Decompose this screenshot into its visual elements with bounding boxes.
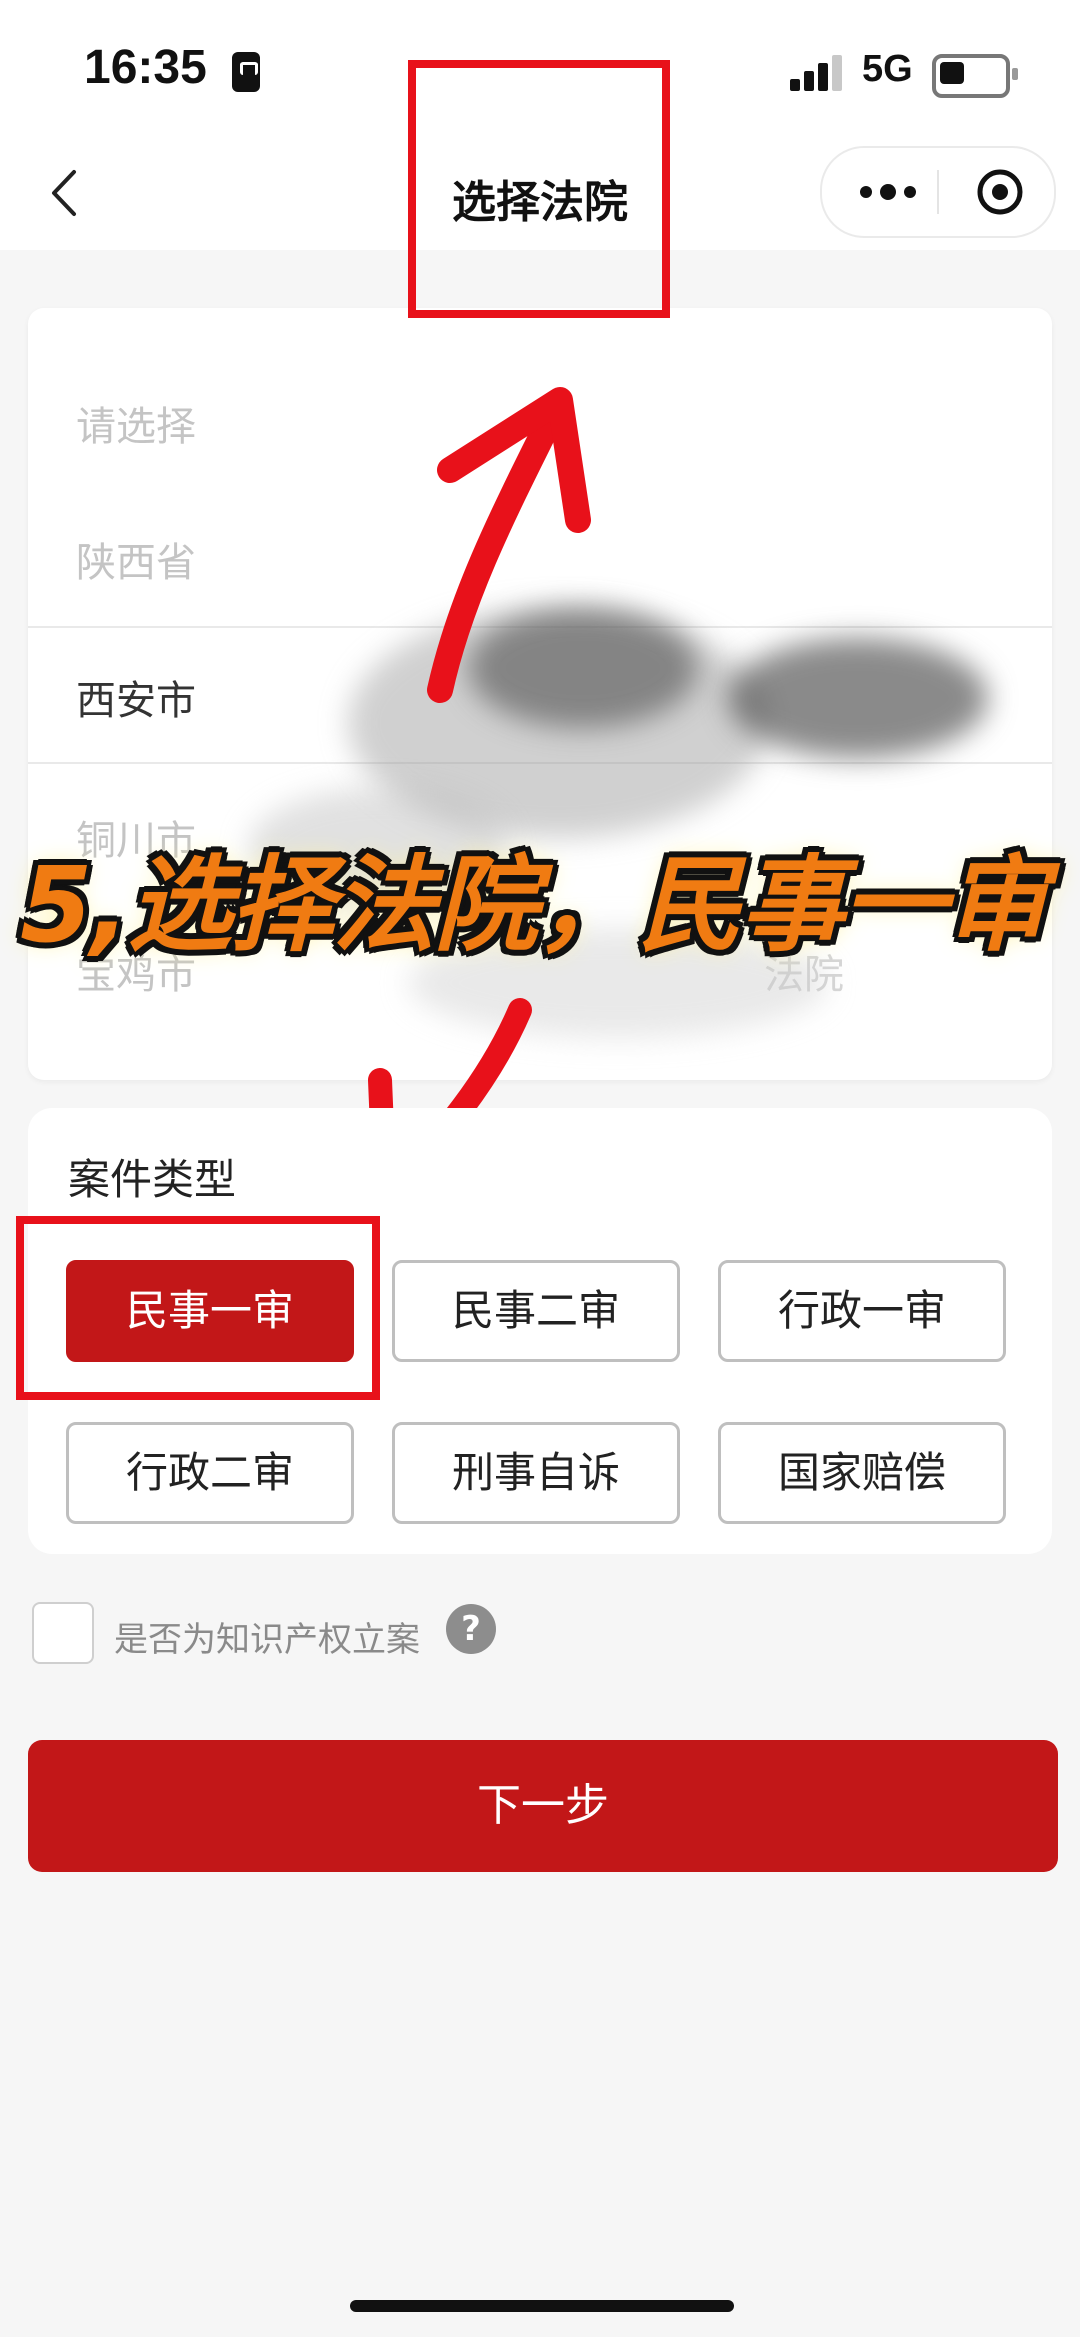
close-miniprogram-icon[interactable] [976, 168, 1024, 216]
miniprogram-capsule [820, 146, 1056, 238]
case-option-state-compensation[interactable]: 国家赔偿 [718, 1422, 1006, 1524]
picker-item-selected[interactable]: 西安市 [76, 668, 196, 726]
help-icon[interactable]: ? [446, 1604, 496, 1654]
case-option-private-prosecution[interactable]: 刑事自诉 [392, 1422, 680, 1524]
case-option-admin-second[interactable]: 行政二审 [66, 1422, 354, 1524]
home-indicator [350, 2300, 734, 2312]
ip-option-label: 是否为知识产权立案 [114, 1620, 420, 1660]
redaction-blur [728, 638, 988, 758]
picker-item[interactable]: 请选择 [76, 394, 196, 452]
case-option-admin-first[interactable]: 行政一审 [718, 1260, 1006, 1362]
signal-icon [790, 55, 848, 91]
picker-item[interactable]: 陕西省 [76, 530, 196, 588]
orientation-lock-icon [232, 52, 260, 92]
capsule-divider [937, 170, 939, 214]
annotation-arrow-up [427, 387, 591, 703]
network-label: 5G [862, 48, 913, 90]
annotation-box-title [408, 60, 670, 318]
annotation-box-button [16, 1216, 380, 1400]
case-option-civil-second[interactable]: 民事二审 [392, 1260, 680, 1362]
battery-icon [932, 54, 1018, 98]
next-button[interactable]: 下一步 [28, 1740, 1058, 1872]
ip-checkbox[interactable] [32, 1602, 94, 1664]
annotation-banner: 5,选择法院，民事一审 [20, 844, 1048, 966]
case-type-title: 案件类型 [68, 1155, 237, 1204]
status-time: 16:35 [84, 41, 207, 94]
more-icon[interactable] [860, 180, 920, 204]
